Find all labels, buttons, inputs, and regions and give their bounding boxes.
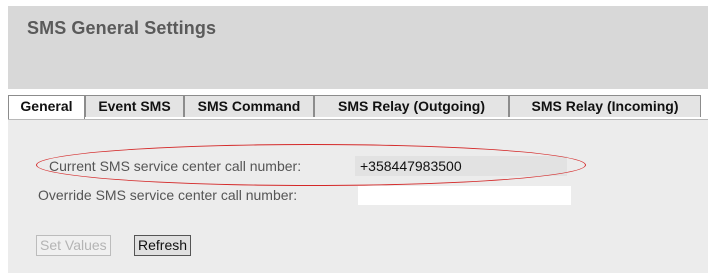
override-number-label: Override SMS service center call number: [38, 187, 298, 203]
set-values-button[interactable]: Set Values [36, 235, 111, 256]
tab-sms-relay-outgoing[interactable]: SMS Relay (Outgoing) [314, 95, 509, 117]
tab-sms-command[interactable]: SMS Command [184, 95, 314, 117]
tab-event-sms[interactable]: Event SMS [85, 95, 184, 117]
tab-bar: General Event SMS SMS Command SMS Relay … [8, 89, 708, 119]
tab-general[interactable]: General [8, 95, 85, 119]
override-number-input[interactable] [358, 186, 571, 205]
refresh-button[interactable]: Refresh [134, 235, 192, 256]
current-number-label: Current SMS service center call number: [49, 158, 302, 174]
current-number-value: +358447983500 [355, 156, 567, 176]
page-header: SMS General Settings [8, 6, 708, 89]
page-title: SMS General Settings [27, 18, 217, 38]
tab-sms-relay-incoming[interactable]: SMS Relay (Incoming) [509, 95, 701, 117]
